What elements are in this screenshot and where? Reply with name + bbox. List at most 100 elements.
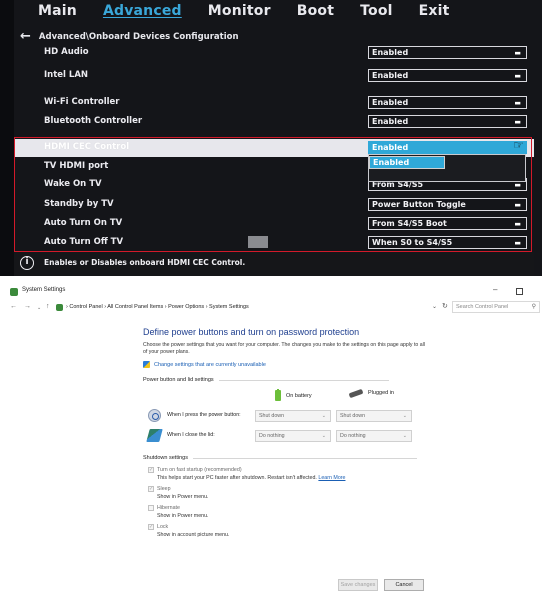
select-value: Shut down — [340, 413, 366, 419]
help-bar: i Enables or Disables onboard HDMI CEC C… — [14, 252, 534, 276]
hibernate-checkbox[interactable]: Hibernate — [148, 505, 180, 511]
lid-battery-select[interactable]: Do nothing ⌄ — [255, 430, 331, 442]
row-label: When I close the lid: — [167, 432, 215, 438]
divider — [218, 379, 389, 381]
dropdown-value: Enabled — [372, 48, 409, 57]
lid-plugged-select[interactable]: Do nothing ⌄ — [336, 430, 412, 442]
option-enabled[interactable]: Enabled — [369, 156, 445, 169]
section-header-shutdown: Shutdown settings — [143, 455, 417, 461]
chevron-down-icon: ⌄ — [402, 413, 407, 419]
tab-main[interactable]: Main — [38, 3, 77, 27]
page-title: Define power buttons and turn on passwor… — [143, 327, 360, 337]
setting-row-wifi[interactable]: Wi-Fi Controller Enabled ▬ — [14, 94, 534, 112]
checkbox-label: Lock — [157, 524, 169, 530]
description-text: This helps start your PC faster after sh… — [157, 475, 317, 481]
dropdown-value: Enabled — [372, 143, 409, 152]
setting-row-bluetooth[interactable]: Bluetooth Controller Enabled ▬ — [14, 113, 534, 131]
minimize-button[interactable]: – — [493, 285, 497, 294]
checkbox-label: Turn on fast startup (recommended) — [157, 467, 242, 473]
control-panel-icon — [56, 304, 63, 311]
power-button-plugged-select[interactable]: Shut down ⌄ — [336, 410, 412, 422]
setting-label: Auto Turn Off TV — [44, 237, 124, 247]
plug-icon — [348, 388, 364, 398]
control-panel-icon — [10, 288, 18, 296]
dropdown-arrow-icon: ▬ — [514, 220, 521, 228]
dropdown-value: Enabled — [372, 71, 409, 80]
dropdown-arrow-icon: ▬ — [514, 239, 521, 247]
section-title: Power button and lid settings — [143, 377, 214, 383]
refresh-icon[interactable]: ↻ — [442, 302, 448, 310]
forward-arrow-icon[interactable]: → — [24, 303, 31, 310]
tab-tool[interactable]: Tool — [360, 3, 393, 27]
setting-dropdown[interactable]: Enabled ▬ — [368, 69, 527, 82]
fast-startup-checkbox[interactable]: ✓ Turn on fast startup (recommended) — [148, 467, 242, 473]
checkbox-checked[interactable]: ✓ — [148, 524, 154, 530]
scroll-thumb[interactable] — [248, 236, 268, 248]
setting-row-auto-turn-off-tv[interactable]: Auto Turn Off TV When S0 to S4/S5 ▬ — [14, 234, 534, 252]
column-header-battery: On battery — [275, 389, 312, 401]
tab-boot[interactable]: Boot — [297, 3, 334, 27]
setting-dropdown[interactable]: Power Button Toggle ▬ — [368, 198, 527, 211]
setting-dropdown[interactable]: Enabled ▬ — [368, 115, 527, 128]
checkbox-checked[interactable]: ✓ — [148, 467, 154, 473]
select-value: Do nothing — [340, 433, 366, 439]
breadcrumb[interactable]: › Control Panel › All Control Panel Item… — [66, 304, 249, 310]
info-icon: i — [20, 256, 34, 270]
main-content: Define power buttons and turn on passwor… — [0, 315, 542, 594]
setting-label: Wake On TV — [44, 179, 102, 189]
shield-icon — [143, 361, 150, 368]
setting-label: Standby by TV — [44, 199, 114, 209]
checkbox-checked[interactable]: ✓ — [148, 486, 154, 492]
back-arrow-icon[interactable]: ← — [10, 303, 17, 310]
setting-row-auto-turn-on-tv[interactable]: Auto Turn On TV From S4/S5 Boot ▬ — [14, 215, 534, 233]
tab-advanced[interactable]: Advanced — [103, 3, 182, 27]
hibernate-description: Show in Power menu. — [157, 513, 209, 519]
select-value: Do nothing — [259, 433, 285, 439]
setting-label: Wi-Fi Controller — [44, 97, 120, 107]
search-icon: ⚲ — [531, 304, 536, 310]
back-arrow-icon[interactable]: ← — [20, 29, 31, 44]
help-text: Enables or Disables onboard HDMI CEC Con… — [44, 258, 246, 267]
learn-more-link[interactable]: Learn More — [318, 475, 345, 481]
checkbox-unchecked[interactable] — [148, 505, 154, 511]
setting-label: Intel LAN — [44, 70, 89, 80]
cancel-button[interactable]: Cancel — [384, 579, 424, 591]
section-title: Shutdown settings — [143, 455, 188, 461]
save-changes-button[interactable]: Save changes — [338, 579, 378, 591]
setting-row-hd-audio[interactable]: HD Audio Enabled ▬ — [14, 44, 534, 62]
screen-edge — [0, 0, 14, 276]
divider — [192, 457, 417, 459]
search-placeholder: Search Control Panel — [456, 304, 509, 310]
power-button-battery-select[interactable]: Shut down ⌄ — [255, 410, 331, 422]
up-arrow-icon[interactable]: ↑ — [46, 303, 50, 310]
column-header-plugged: Plugged in — [348, 388, 394, 398]
dropdown-arrow-icon: ▬ — [514, 72, 521, 80]
lock-description: Show in account picture menu. — [157, 532, 230, 538]
setting-row-intel-lan[interactable]: Intel LAN Enabled ▬ — [14, 67, 534, 85]
chevron-down-icon: ⌄ — [321, 433, 326, 439]
recent-locations-icon[interactable]: ⌄ — [37, 305, 41, 311]
setting-row-standby-by-tv[interactable]: Standby by TV Power Button Toggle ▬ — [14, 196, 534, 214]
section-header-power: Power button and lid settings — [143, 377, 389, 383]
sleep-checkbox[interactable]: ✓ Sleep — [148, 486, 171, 492]
search-input[interactable]: Search Control Panel ⚲ — [452, 301, 540, 313]
setting-dropdown[interactable]: From S4/S5 Boot ▬ — [368, 217, 527, 230]
chevron-down-icon[interactable]: ⌄ — [432, 303, 437, 310]
setting-dropdown[interactable]: Enabled ▬ — [368, 96, 527, 109]
dropdown-value: Enabled — [372, 98, 409, 107]
setting-label: TV HDMI port — [44, 161, 109, 171]
setting-label: HDMI CEC Control — [44, 142, 130, 152]
lock-checkbox[interactable]: ✓ Lock — [148, 524, 168, 530]
dropdown-value: When S0 to S4/S5 — [372, 238, 453, 247]
power-button-icon — [148, 409, 161, 422]
maximize-button[interactable] — [516, 288, 523, 295]
setting-dropdown[interactable]: When S0 to S4/S5 ▬ — [368, 236, 527, 249]
setting-label: HD Audio — [44, 47, 89, 57]
tab-exit[interactable]: Exit — [419, 3, 450, 27]
setting-dropdown[interactable]: Enabled — [368, 141, 527, 154]
bios-tab-bar: Main Advanced Monitor Boot Tool Exit — [38, 3, 476, 27]
tab-monitor[interactable]: Monitor — [208, 3, 271, 27]
change-unavailable-link[interactable]: Change settings that are currently unava… — [143, 361, 266, 368]
setting-dropdown[interactable]: Enabled ▬ — [368, 46, 527, 59]
checkbox-label: Sleep — [157, 486, 171, 492]
